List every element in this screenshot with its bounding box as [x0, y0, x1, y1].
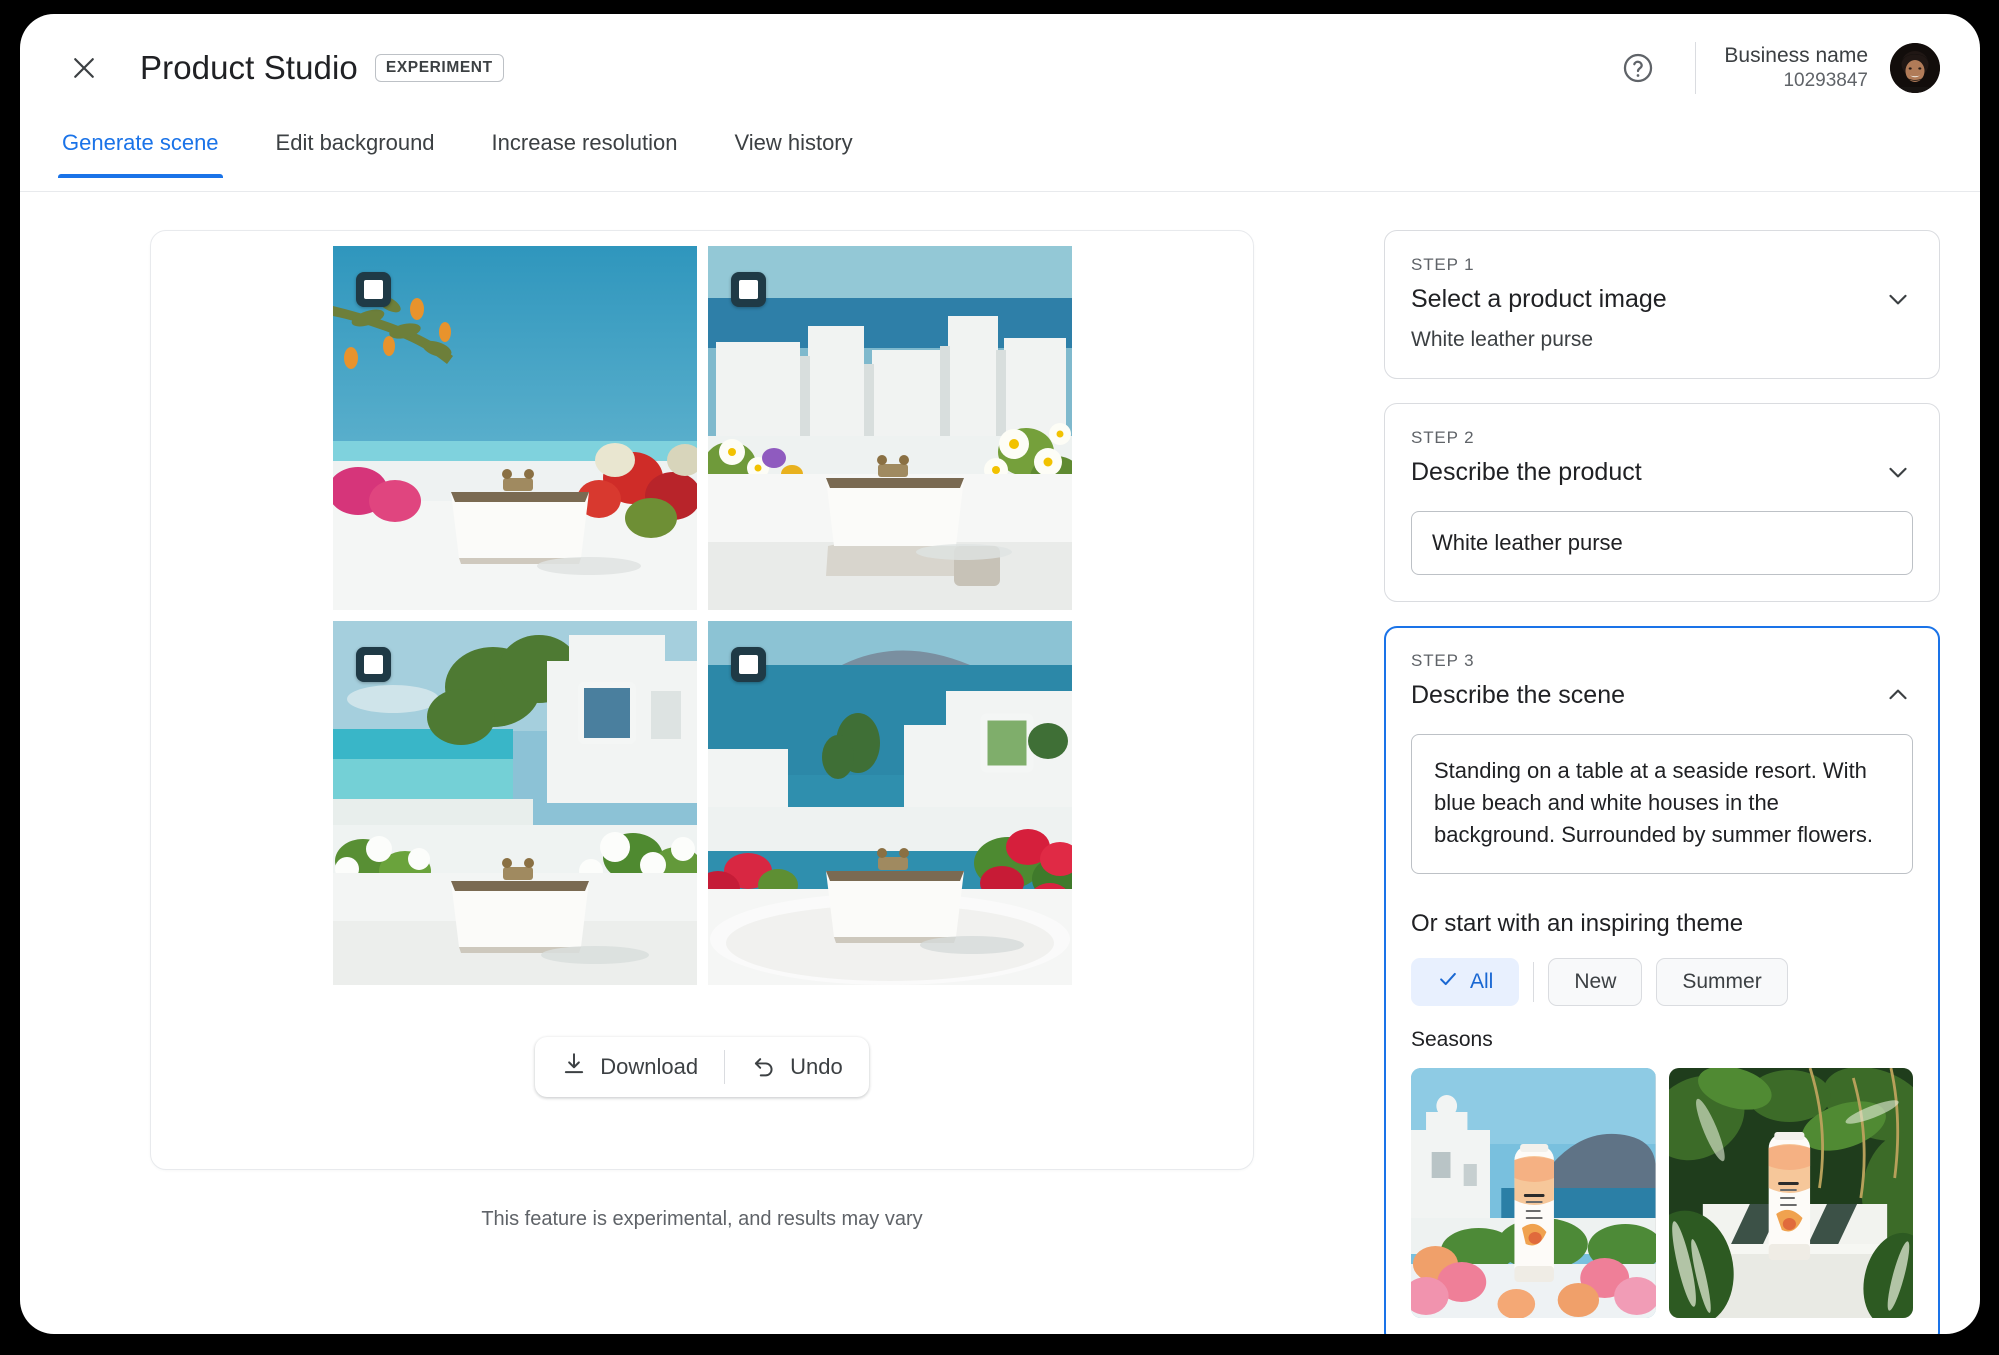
step-card-select-product-image[interactable]: STEP 1 Select a product image White leat… [1384, 230, 1940, 379]
steps-pane: STEP 1 Select a product image White leat… [1384, 192, 1980, 1334]
generated-image-1[interactable] [332, 246, 697, 610]
business-id: 10293847 [1783, 70, 1868, 92]
theme-filter-chips: All New Summer [1411, 958, 1913, 1007]
app-header: Product Studio EXPERIMENT Business name … [20, 14, 1980, 122]
tab-generate-scene[interactable]: Generate scene [58, 122, 223, 178]
undo-button[interactable]: Undo [725, 1037, 869, 1097]
step-1-header[interactable]: Select a product image [1411, 284, 1913, 314]
step-3-header[interactable]: Describe the scene [1411, 680, 1913, 710]
help-circle-icon[interactable] [1615, 45, 1661, 91]
generated-image-grid [332, 246, 1072, 985]
inspiring-theme-label: Or start with an inspiring theme [1411, 910, 1744, 938]
image-action-bar: Download Undo [535, 1037, 869, 1097]
step-2-title: Describe the product [1411, 457, 1642, 486]
chevron-up-icon[interactable] [1883, 680, 1913, 710]
step-3-title: Describe the scene [1411, 680, 1626, 709]
step-2-kicker: STEP 2 [1411, 428, 1475, 447]
theme-thumbnail-2[interactable] [1668, 1068, 1913, 1319]
step-1-subtitle: White leather purse [1411, 328, 1594, 351]
step-1-title: Select a product image [1411, 284, 1667, 313]
results-card: Download Undo [150, 230, 1254, 1170]
chip-divider [1533, 962, 1535, 1003]
image-checkbox[interactable] [730, 647, 766, 682]
chip-all-label: All [1470, 970, 1494, 994]
scene-description-input[interactable]: Standing on a table at a seaside resort.… [1411, 734, 1913, 875]
page-title: Product Studio [140, 49, 358, 86]
generated-image-4[interactable] [707, 621, 1072, 985]
experimental-footnote: This feature is experimental, and result… [481, 1208, 923, 1230]
chip-new-label: New [1574, 970, 1617, 994]
header-divider [1695, 42, 1697, 94]
close-icon[interactable] [58, 42, 110, 94]
step-card-describe-product[interactable]: STEP 2 Describe the product White leathe… [1384, 403, 1940, 602]
results-pane: Download Undo This feature is experiment… [20, 192, 1384, 1334]
step-1-kicker: STEP 1 [1411, 255, 1475, 274]
chip-all[interactable]: All [1411, 958, 1520, 1007]
chip-summer[interactable]: Summer [1656, 958, 1788, 1007]
undo-label: Undo [790, 1054, 843, 1079]
chevron-down-icon[interactable] [1883, 284, 1913, 314]
step-3-kicker: STEP 3 [1411, 651, 1475, 670]
product-description-input[interactable]: White leather purse [1411, 511, 1913, 575]
account-info[interactable]: Business name 10293847 [1724, 43, 1868, 93]
chip-new[interactable]: New [1548, 958, 1643, 1007]
tab-increase-resolution[interactable]: Increase resolution [488, 122, 682, 178]
header-right-cluster: Business name 10293847 [1615, 42, 1940, 94]
generated-image-2[interactable] [707, 246, 1072, 610]
product-studio-window: Product Studio EXPERIMENT Business name … [20, 14, 1980, 1334]
main-body: Download Undo This feature is experiment… [20, 192, 1980, 1334]
chip-summer-label: Summer [1682, 970, 1762, 994]
step-2-header[interactable]: Describe the product [1411, 457, 1913, 487]
chevron-down-icon[interactable] [1883, 457, 1913, 487]
seasons-group-label: Seasons [1411, 1028, 1493, 1052]
download-label: Download [600, 1054, 699, 1079]
image-checkbox[interactable] [730, 272, 766, 307]
image-checkbox[interactable] [355, 272, 391, 307]
generated-image-3[interactable] [332, 621, 697, 985]
tab-edit-background[interactable]: Edit background [272, 122, 439, 178]
step-card-describe-scene[interactable]: STEP 3 Describe the scene Standing on a … [1384, 626, 1940, 1334]
business-name: Business name [1724, 44, 1868, 67]
image-checkbox[interactable] [355, 647, 391, 682]
primary-tabs: Generate scene Edit background Increase … [20, 122, 1980, 192]
theme-thumbnail-1[interactable] [1411, 1068, 1656, 1319]
theme-thumbnail-grid [1411, 1068, 1913, 1319]
check-icon [1437, 968, 1459, 996]
download-button[interactable]: Download [535, 1037, 724, 1097]
avatar[interactable] [1890, 43, 1940, 93]
download-icon [561, 1051, 587, 1083]
undo-arrow-icon [751, 1051, 777, 1083]
experiment-badge: EXPERIMENT [374, 53, 504, 83]
tab-view-history[interactable]: View history [730, 122, 856, 178]
